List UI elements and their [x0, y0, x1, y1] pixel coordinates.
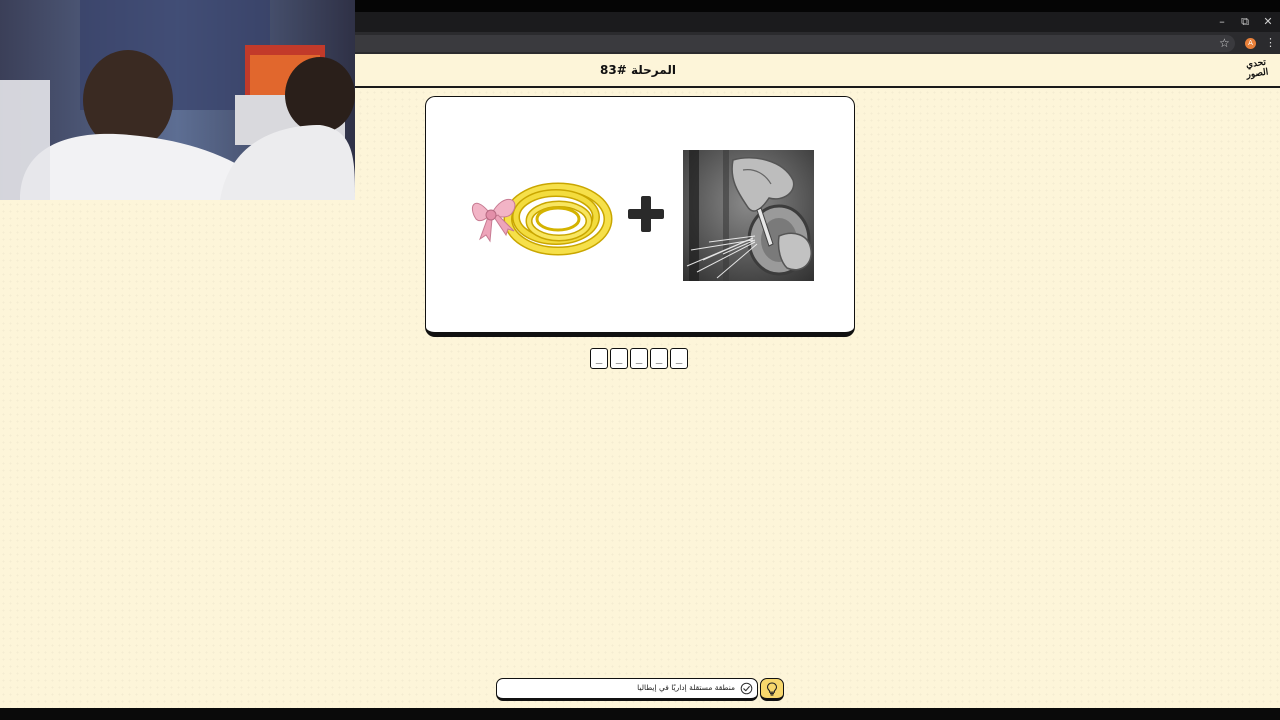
hose-with-bow-image: [472, 182, 613, 256]
plus-icon: [628, 196, 664, 232]
webcam-overlay: [0, 0, 355, 200]
profile-avatar[interactable]: A: [1245, 38, 1256, 49]
letter-slot[interactable]: _: [650, 348, 668, 369]
grinding-wheel-image: [683, 150, 814, 281]
address-bar[interactable]: [355, 35, 1235, 52]
close-window-button[interactable]: ✕: [1257, 12, 1279, 32]
letter-slot[interactable]: _: [670, 348, 688, 369]
letter-slot[interactable]: _: [590, 348, 608, 369]
browser-tab-strip: [355, 12, 1280, 32]
restore-window-button[interactable]: ⧉: [1234, 12, 1256, 32]
minimize-window-button[interactable]: –: [1211, 12, 1233, 32]
letter-slot[interactable]: _: [630, 348, 648, 369]
puzzle-card: [425, 96, 855, 337]
browser-menu-icon[interactable]: ⋮: [1265, 36, 1276, 50]
bookmark-star-icon[interactable]: ☆: [1219, 36, 1230, 50]
lightbulb-icon: [766, 682, 778, 696]
hint-text: منطقة مستقلة إداريًا في إيطاليا: [637, 683, 735, 692]
answer-slots: _ _ _ _ _: [590, 348, 690, 370]
check-circle-icon: [740, 682, 753, 695]
browser-bottom-bar: [0, 708, 1280, 720]
browser-toolbar: [355, 32, 1280, 54]
site-logo[interactable]: تحدي الصور: [1240, 57, 1273, 85]
letter-slot[interactable]: _: [610, 348, 628, 369]
hint-box[interactable]: منطقة مستقلة إداريًا في إيطاليا: [496, 678, 758, 701]
hint-button[interactable]: [760, 678, 784, 701]
